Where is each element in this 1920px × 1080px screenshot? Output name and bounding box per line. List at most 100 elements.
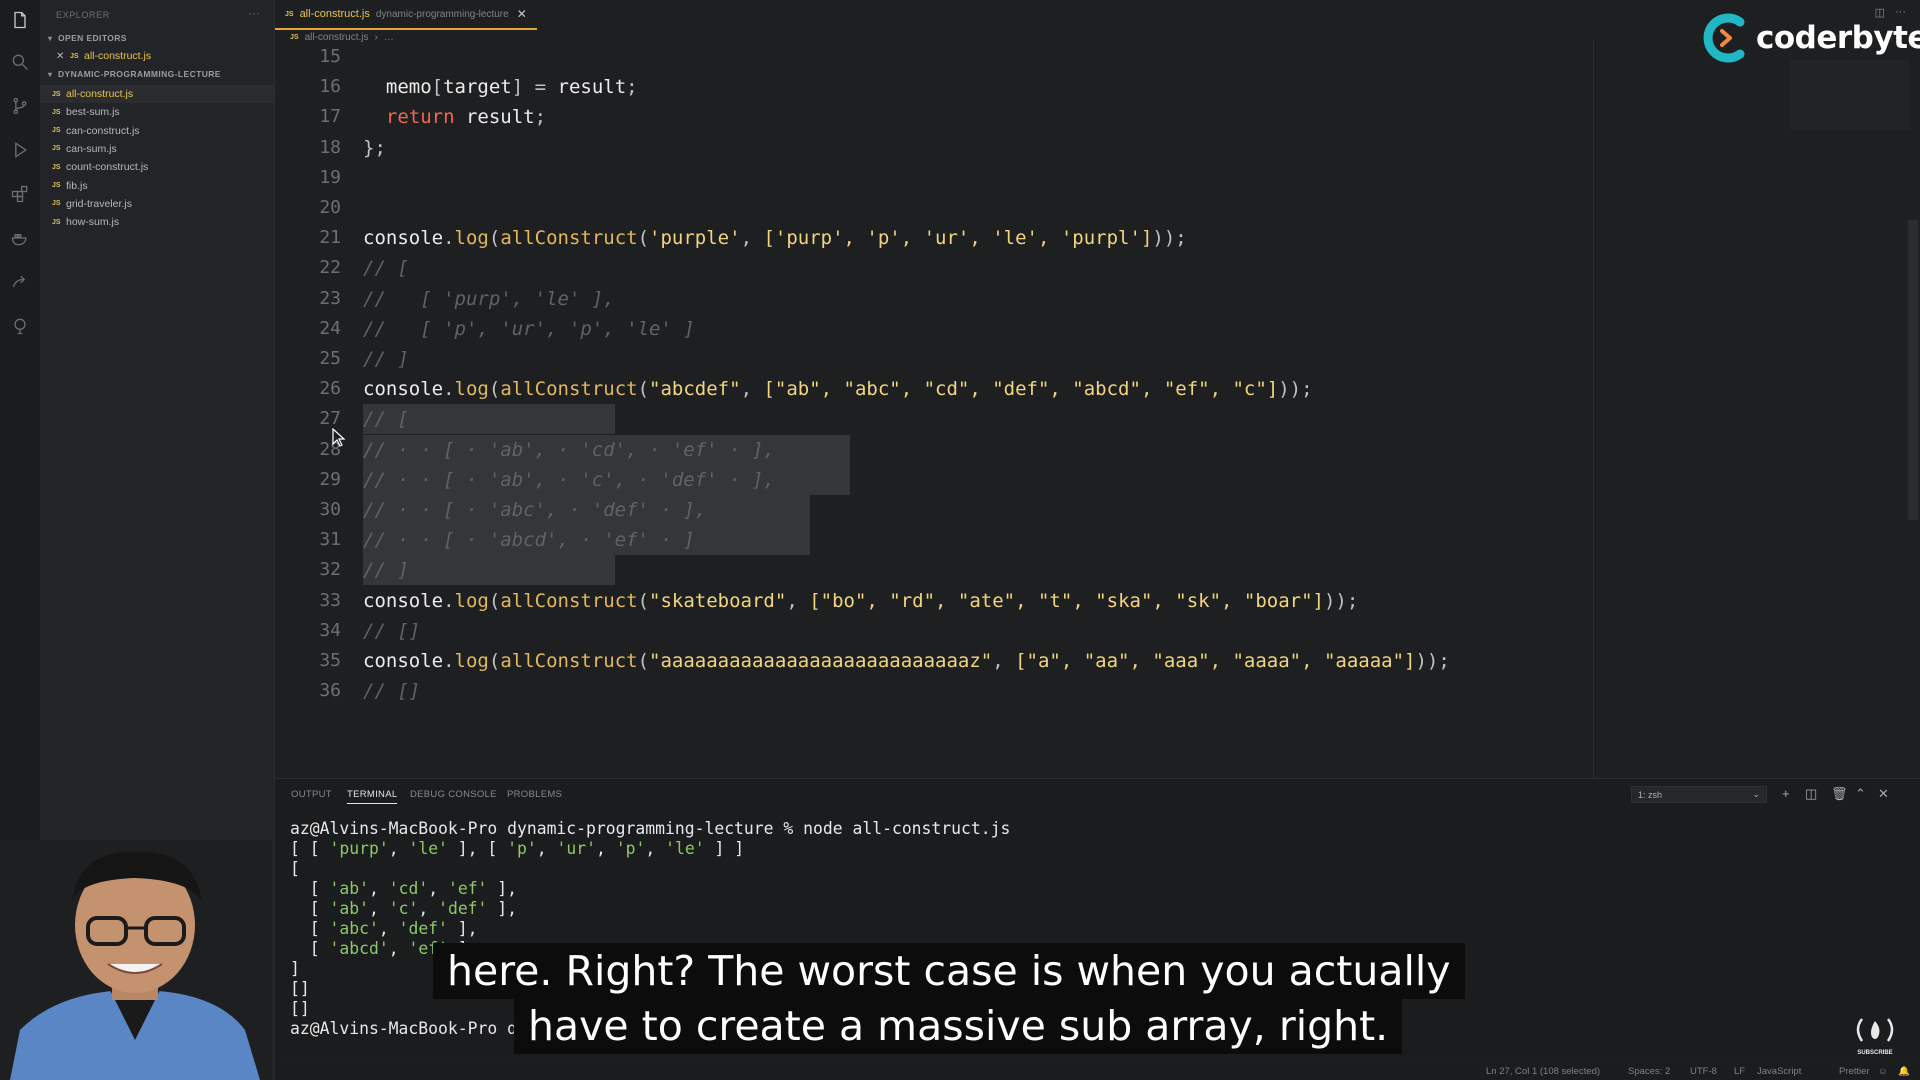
open-editors-section[interactable]: ▾ OPEN EDITORS — [48, 33, 127, 43]
code-line[interactable]: 22 // [ — [275, 253, 1595, 283]
file-item[interactable]: JS best-sum.js — [40, 103, 275, 121]
minimap[interactable] — [1790, 60, 1910, 130]
open-editor-name: all-construct.js — [84, 50, 152, 62]
search-icon[interactable] — [8, 50, 32, 74]
code-line[interactable]: 18}; — [275, 133, 1595, 163]
trash-icon[interactable]: 🗑 — [1831, 786, 1848, 802]
subscribe-watermark[interactable]: SUBSCRIBE — [1850, 1015, 1900, 1056]
close-icon[interactable]: ✕ — [517, 7, 527, 21]
file-name: best-sum.js — [66, 106, 120, 119]
extensions-icon[interactable] — [8, 182, 32, 206]
tab-output[interactable]: OUTPUT — [291, 789, 332, 800]
close-panel-icon[interactable]: ✕ — [1878, 786, 1889, 802]
file-item[interactable]: JS can-construct.js — [40, 122, 275, 140]
language-mode[interactable]: JavaScript — [1757, 1066, 1801, 1077]
files-icon[interactable] — [8, 8, 32, 32]
source-control-icon[interactable] — [8, 94, 32, 118]
code-line[interactable]: 20 — [275, 193, 1595, 223]
editor-tab-bar: JS all-construct.js dynamic-programming-… — [275, 0, 1920, 30]
explorer-title: EXPLORER — [56, 10, 110, 20]
file-item[interactable]: JS fib.js — [40, 177, 275, 195]
file-item[interactable]: JS how-sum.js — [40, 213, 275, 231]
bell-icon[interactable]: 🔔 — [1898, 1066, 1910, 1077]
line-number: 34 — [319, 619, 341, 641]
tab-problems[interactable]: PROBLEMS — [507, 789, 562, 800]
close-icon[interactable]: ✕ — [56, 51, 70, 62]
line-number: 20 — [319, 197, 341, 218]
js-file-icon: JS — [52, 163, 61, 171]
subscribe-label: SUBSCRIBE — [1857, 1050, 1893, 1056]
code-line[interactable]: 24 // [ 'p', 'ur', 'p', 'le' ] — [275, 314, 1595, 344]
folder-section[interactable]: ▾ DYNAMIC-PROGRAMMING-LECTURE — [48, 69, 221, 79]
cursor-position[interactable]: Ln 27, Col 1 (108 selected) — [1486, 1066, 1600, 1077]
open-editor-item[interactable]: ✕ JS all-construct.js — [40, 47, 275, 65]
code-line[interactable]: 33 console.log(allConstruct("skateboard",… — [275, 586, 1595, 616]
line-number: 35 — [319, 650, 341, 671]
code-line[interactable]: 27// [ — [275, 404, 1595, 435]
code-line[interactable]: 26 console.log(allConstruct("abcdef", ["a… — [275, 374, 1595, 404]
maximize-panel-icon[interactable]: ⌃ — [1855, 786, 1866, 802]
prettier-status[interactable]: Prettier — [1839, 1066, 1870, 1077]
split-terminal-icon[interactable]: ◫ — [1805, 786, 1817, 802]
code-line[interactable]: 35 console.log(allConstruct("aaaaaaaaaaaa… — [275, 646, 1595, 676]
code-line[interactable]: 32 // ] — [275, 555, 1595, 586]
code-text: memo[target] = result; — [363, 76, 638, 99]
line-number: 16 — [319, 76, 341, 98]
code-line[interactable]: 16 memo[target] = result; — [275, 72, 1595, 102]
shell-select-value: 1: zsh — [1638, 789, 1663, 800]
code-text: }; — [363, 136, 386, 159]
code-line[interactable]: 36 // [] — [275, 676, 1595, 706]
code-line[interactable]: 29 // · · [ · 'ab', · 'c', · 'def' · ], — [275, 464, 1595, 495]
docker-icon[interactable] — [8, 226, 32, 250]
code-line[interactable]: 34 // [] — [275, 616, 1595, 646]
feedback-icon[interactable]: ☺ — [1878, 1066, 1888, 1077]
file-name: grid-traveler.js — [66, 197, 132, 210]
js-file-icon: JS — [52, 145, 61, 153]
code-line[interactable]: 31 // · · [ · 'abcd', · 'ef' · ] — [275, 525, 1595, 556]
code-line[interactable]: 15 — [275, 42, 1595, 72]
indentation[interactable]: Spaces: 2 — [1628, 1066, 1670, 1077]
line-number: 25 — [319, 348, 341, 369]
js-file-icon: JS — [52, 108, 61, 116]
js-file-icon: JS — [52, 127, 61, 135]
line-number: 36 — [319, 680, 341, 702]
code-text: // ] — [363, 348, 409, 370]
tab-all-construct[interactable]: JS all-construct.js dynamic-programming-… — [275, 0, 537, 30]
subtitle-line-2: have to create a massive sub array, righ… — [514, 998, 1403, 1054]
code-line[interactable]: 17 return result; — [275, 102, 1595, 132]
coderbyte-logo-icon — [1703, 13, 1745, 63]
code-line[interactable]: 28// · · [ · 'ab', · 'cd', · 'ef' · ], — [275, 434, 1595, 465]
line-number: 21 — [319, 227, 341, 249]
tab-terminal[interactable]: TERMINAL — [347, 789, 398, 804]
live-share-icon[interactable] — [8, 270, 32, 294]
code-line[interactable]: 21 console.log(allConstruct('purple', ['p… — [275, 223, 1595, 253]
file-item[interactable]: JS can-sum.js — [40, 140, 275, 158]
code-line[interactable]: 30 // · · [ · 'abc', · 'def' · ], — [275, 495, 1595, 525]
code-line[interactable]: 19 — [275, 163, 1595, 193]
tab-debug-console[interactable]: DEBUG CONSOLE — [410, 789, 497, 800]
code-text: console.log(allConstruct("aaaaaaaaaaaaaa… — [363, 650, 1450, 672]
code-text: // [] — [363, 619, 421, 642]
code-editor[interactable]: 15 16 memo[target] = result; 17 return res… — [275, 46, 1595, 776]
file-item[interactable]: JS all-construct.js — [40, 85, 275, 103]
more-actions-icon[interactable]: ··· — [248, 6, 260, 20]
code-text: // · · [ · 'abcd', · 'ef' · ] — [363, 529, 695, 552]
encoding[interactable]: UTF-8 — [1690, 1066, 1717, 1077]
code-text: return result; — [363, 106, 547, 129]
file-item[interactable]: JS grid-traveler.js — [40, 195, 275, 213]
file-name: can-sum.js — [66, 142, 117, 155]
chevron-down-icon: ▾ — [48, 70, 53, 79]
end-of-line[interactable]: LF — [1734, 1066, 1745, 1077]
terminal-shell-select[interactable]: 1: zsh ⌄ — [1631, 786, 1767, 803]
code-line[interactable]: 25 // ] — [275, 344, 1595, 374]
run-debug-icon[interactable] — [8, 138, 32, 162]
mouse-pointer-icon — [332, 428, 346, 447]
code-text: // · · [ · 'abc', · 'def' · ], — [363, 499, 707, 521]
code-line[interactable]: 23 // [ 'purp', 'le' ], — [275, 284, 1595, 314]
coderbyte-logo: coderbyte — [1702, 12, 1920, 64]
file-item[interactable]: JS count-construct.js — [40, 158, 275, 176]
editor-scrollbar[interactable] — [1908, 220, 1918, 520]
remote-explorer-icon[interactable] — [8, 314, 32, 338]
file-name: all-construct.js — [66, 88, 134, 100]
new-terminal-icon[interactable]: + — [1782, 786, 1790, 801]
